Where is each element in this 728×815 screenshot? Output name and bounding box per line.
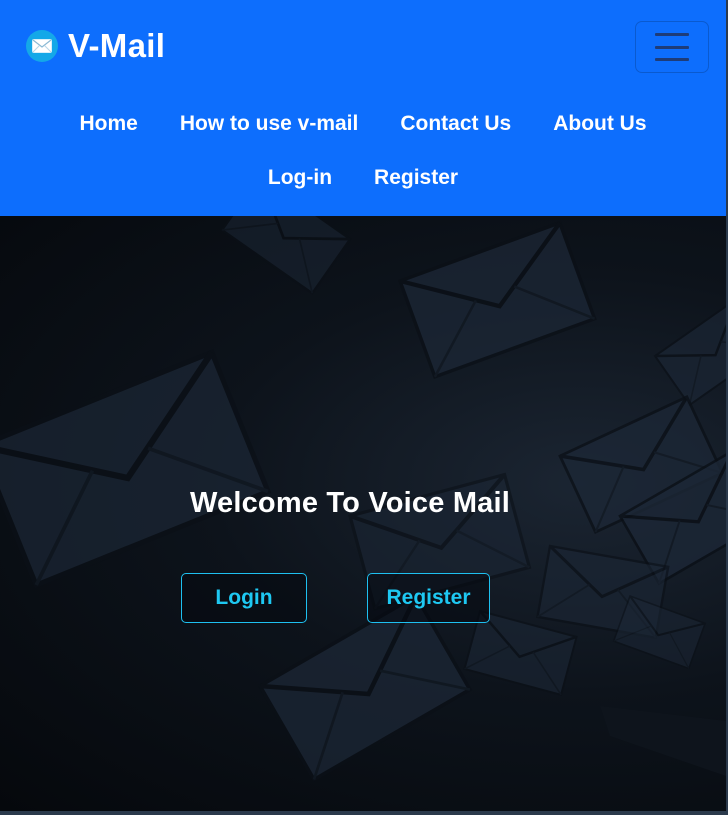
envelope-icon [26, 30, 58, 62]
nav-link-register[interactable]: Register [353, 162, 479, 194]
navbar: V-Mail Home How to use v-mail Contact Us… [0, 0, 726, 216]
nav-links-row-1: Home How to use v-mail Contact Us About … [0, 108, 726, 140]
nav-link-home[interactable]: Home [58, 108, 158, 140]
window-edge-bottom [0, 811, 728, 815]
hamburger-menu-icon [655, 33, 689, 61]
navbar-toggler-button[interactable] [635, 21, 709, 73]
login-button[interactable]: Login [181, 573, 307, 623]
nav-link-log-in[interactable]: Log-in [247, 162, 353, 194]
register-button[interactable]: Register [367, 573, 490, 623]
nav-link-about-us[interactable]: About Us [532, 108, 667, 140]
brand-link[interactable]: V-Mail [26, 26, 165, 66]
hero-title: Welcome To Voice Mail [189, 487, 511, 520]
brand-name: V-Mail [68, 27, 166, 64]
nav-links-row-2: Log-in Register [0, 162, 726, 194]
hero-section: Welcome To Voice Mail Login Register [0, 216, 726, 811]
nav-link-contact-us[interactable]: Contact Us [379, 108, 532, 140]
page: V-Mail Home How to use v-mail Contact Us… [0, 0, 728, 815]
nav-link-how-to-use[interactable]: How to use v-mail [159, 108, 380, 140]
